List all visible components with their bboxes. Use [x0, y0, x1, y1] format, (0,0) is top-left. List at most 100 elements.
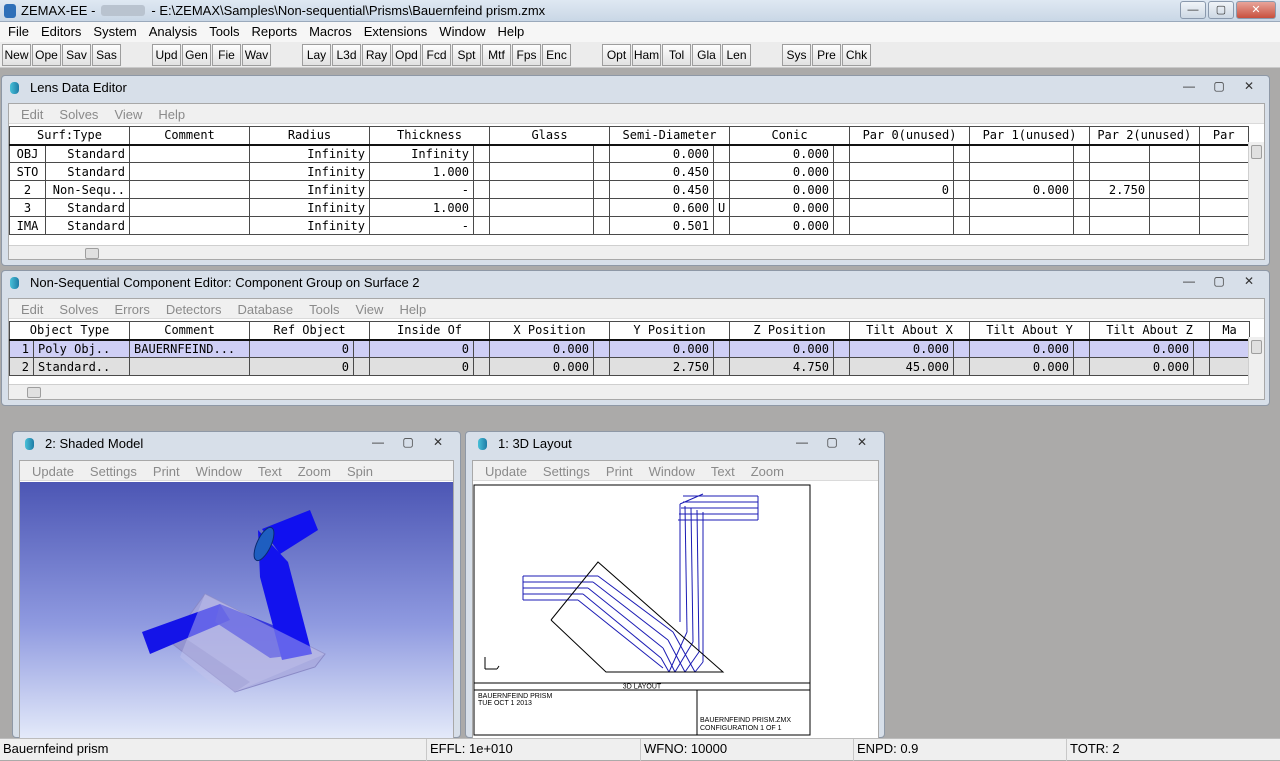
tb-wav-button[interactable]: Wav	[242, 44, 271, 66]
shaded-maximize-button[interactable]: ▢	[396, 434, 420, 451]
lde-vertical-scrollbar[interactable]	[1248, 142, 1264, 259]
shaded-menu-settings[interactable]: Settings	[82, 461, 145, 480]
cell-solve[interactable]	[1149, 144, 1200, 163]
cell-glass[interactable]	[489, 144, 594, 163]
cell-object-type[interactable]: Standard..	[32, 357, 131, 376]
cell-par0[interactable]	[849, 216, 955, 235]
cell-surf[interactable]: OBJ	[9, 144, 46, 163]
cell-surf[interactable]: STO	[9, 162, 46, 181]
cell-solve[interactable]	[833, 216, 851, 235]
cell-solve[interactable]	[953, 216, 971, 235]
menu-system[interactable]: System	[87, 22, 142, 42]
layout-menu-zoom[interactable]: Zoom	[743, 461, 792, 480]
layout-canvas[interactable]: 3D LAYOUT BAUERNFEIND PRISM TUE OCT 1 20…	[473, 482, 879, 739]
layout-menu-window[interactable]: Window	[641, 461, 703, 480]
cell-tilt-y[interactable]: 0.000	[969, 339, 1075, 358]
lde-menu-help[interactable]: Help	[150, 104, 193, 123]
cell-inside-of[interactable]: 0	[369, 357, 475, 376]
tb-gla-button[interactable]: Gla	[692, 44, 721, 66]
lde-col-comment[interactable]: Comment	[129, 126, 250, 146]
layout-menu-text[interactable]: Text	[703, 461, 743, 480]
cell-solve[interactable]	[953, 180, 971, 199]
cell-solve[interactable]	[713, 357, 731, 376]
cell-solve[interactable]	[953, 198, 971, 217]
cell-thickness[interactable]: Infinity	[369, 144, 474, 163]
table-row[interactable]: IMA Standard Infinity - 0.501 0.000	[9, 216, 1250, 235]
menu-file[interactable]: File	[2, 22, 35, 42]
cell-conic[interactable]: 0.000	[729, 180, 835, 199]
cell-par2[interactable]	[1089, 162, 1151, 181]
menu-analysis[interactable]: Analysis	[143, 22, 203, 42]
cell-solve[interactable]	[593, 216, 610, 235]
tb-sys-button[interactable]: Sys	[782, 44, 811, 66]
lde-col-par1[interactable]: Par 1(unused)	[969, 126, 1091, 146]
cell-type[interactable]: Standard	[45, 198, 130, 217]
cell-comment[interactable]: BAUERNFEIND...	[129, 339, 251, 358]
cell-solve[interactable]	[1073, 357, 1091, 376]
cell-thickness[interactable]: -	[369, 180, 474, 199]
cell-par2[interactable]	[1089, 144, 1151, 163]
lde-menu-view[interactable]: View	[106, 104, 150, 123]
app-maximize-button[interactable]: ▢	[1208, 1, 1234, 19]
cell-conic[interactable]: 0.000	[729, 162, 835, 181]
cell-solve[interactable]	[473, 180, 490, 199]
nsce-col-material[interactable]: Ma	[1209, 321, 1251, 341]
layout-minimize-button[interactable]: —	[790, 434, 814, 451]
nsce-col-tiltx[interactable]: Tilt About X	[849, 321, 971, 341]
cell-solve[interactable]	[833, 198, 851, 217]
nsce-col-tilty[interactable]: Tilt About Y	[969, 321, 1091, 341]
cell-solve[interactable]	[1073, 339, 1091, 358]
tb-l3d-button[interactable]: L3d	[332, 44, 361, 66]
tb-tol-button[interactable]: Tol	[662, 44, 691, 66]
nsce-close-button[interactable]: ✕	[1237, 273, 1261, 290]
cell-conic[interactable]: 0.000	[729, 144, 835, 163]
nsce-maximize-button[interactable]: ▢	[1207, 273, 1231, 290]
cell-par2[interactable]	[1089, 216, 1151, 235]
cell-par1[interactable]	[969, 216, 1075, 235]
cell-inside-of[interactable]: 0	[369, 339, 475, 358]
cell-comment[interactable]	[129, 357, 251, 376]
layout-menu-settings[interactable]: Settings	[535, 461, 598, 480]
tb-opd-button[interactable]: Opd	[392, 44, 421, 66]
table-row[interactable]: STO Standard Infinity 1.000 0.450 0.000	[9, 162, 1250, 181]
cell-tilt-z[interactable]: 0.000	[1089, 357, 1195, 376]
cell-solve[interactable]: U	[712, 198, 731, 217]
cell-solve[interactable]	[353, 339, 371, 358]
layout-menu-update[interactable]: Update	[477, 461, 535, 480]
cell-solve[interactable]	[1073, 216, 1091, 235]
menu-macros[interactable]: Macros	[303, 22, 358, 42]
cell-conic[interactable]: 0.000	[729, 198, 835, 217]
cell-semidiameter[interactable]: 0.450	[609, 180, 714, 199]
cell-solve[interactable]	[1149, 216, 1200, 235]
cell-object-number[interactable]: 1	[9, 339, 34, 358]
nsce-minimize-button[interactable]: —	[1177, 273, 1201, 290]
cell-par3[interactable]	[1198, 216, 1250, 235]
cell-radius[interactable]: Infinity	[249, 180, 370, 199]
lde-col-par2[interactable]: Par 2(unused)	[1089, 126, 1200, 146]
cell-tilt-x[interactable]: 0.000	[849, 339, 955, 358]
cell-z-position[interactable]: 0.000	[729, 339, 835, 358]
lde-col-semidiameter[interactable]: Semi-Diameter	[608, 126, 731, 146]
tb-gen-button[interactable]: Gen	[182, 44, 211, 66]
tb-new-button[interactable]: New	[2, 44, 31, 66]
cell-solve[interactable]	[833, 180, 851, 199]
cell-comment[interactable]	[129, 162, 250, 181]
table-row[interactable]: 1 Poly Obj.. BAUERNFEIND... 0 0 0.000 0.…	[9, 339, 1251, 358]
lde-col-par0[interactable]: Par 0(unused)	[849, 126, 971, 146]
nsce-col-zposition[interactable]: Z Position	[729, 321, 851, 341]
cell-par0[interactable]: 0	[849, 180, 955, 199]
shaded-menu-print[interactable]: Print	[145, 461, 188, 480]
nsce-col-tiltz[interactable]: Tilt About Z	[1089, 321, 1211, 341]
cell-par0[interactable]	[849, 144, 955, 163]
shaded-minimize-button[interactable]: —	[366, 434, 390, 451]
menu-help[interactable]: Help	[492, 22, 531, 42]
cell-glass[interactable]	[489, 162, 594, 181]
cell-solve[interactable]	[473, 216, 490, 235]
cell-conic[interactable]: 0.000	[729, 216, 835, 235]
cell-glass[interactable]	[489, 198, 594, 217]
cell-solve[interactable]	[473, 198, 490, 217]
cell-solve[interactable]	[833, 339, 851, 358]
tb-chk-button[interactable]: Chk	[842, 44, 871, 66]
lde-col-surftype[interactable]: Surf:Type	[9, 126, 130, 146]
cell-object-number[interactable]: 2	[9, 357, 34, 376]
